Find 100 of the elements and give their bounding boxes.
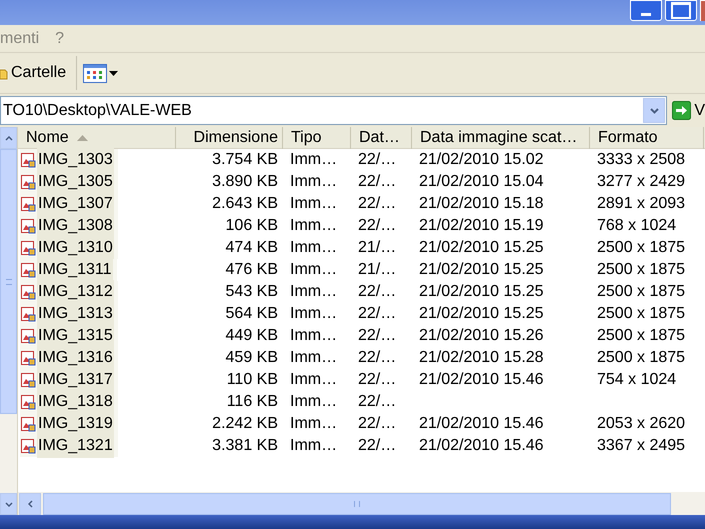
table-cell-text: 21/02/2010 15.25 xyxy=(419,238,544,258)
image-file-icon xyxy=(20,196,36,212)
chevron-down-icon xyxy=(650,108,659,114)
table-cell-text: 22/… xyxy=(358,150,396,170)
image-file-icon xyxy=(20,218,36,234)
table-cell-text: 21/02/2010 15.02 xyxy=(419,150,544,170)
file-item[interactable]: IMG_1308 xyxy=(20,215,118,237)
file-item[interactable]: IMG_1305 xyxy=(20,171,118,193)
file-item[interactable]: IMG_1317 xyxy=(20,369,118,391)
table-cell-text: 21/02/2010 15.25 xyxy=(419,304,544,324)
column-header[interactable]: Data immagine scat… xyxy=(412,127,590,149)
table-cell-text: 3.381 KB xyxy=(212,436,278,456)
file-item[interactable]: IMG_1303 xyxy=(20,149,118,171)
file-item[interactable]: IMG_1316 xyxy=(20,347,118,369)
table-cell-text: Imm… xyxy=(290,370,338,390)
caret-icon xyxy=(109,70,118,76)
table-cell-text: 2053 x 2620 xyxy=(597,414,686,434)
column-header[interactable]: Tipo xyxy=(283,127,351,149)
table-cell-text: 116 KB xyxy=(226,392,278,412)
image-file-icon xyxy=(20,306,36,322)
table-cell-text: 2500 x 1875 xyxy=(597,260,686,280)
column-header[interactable]: Dat… xyxy=(351,127,412,149)
table-cell-text: Imm… xyxy=(290,304,338,324)
folders-button[interactable]: Cartelle xyxy=(0,57,74,89)
image-file-icon xyxy=(20,438,36,454)
chevron-down-icon xyxy=(4,502,12,506)
image-file-icon xyxy=(20,394,36,410)
file-item[interactable]: IMG_1310 xyxy=(20,237,118,259)
table-cell-text: Imm… xyxy=(290,194,338,214)
table-cell-text: 21/02/2010 15.46 xyxy=(419,436,544,456)
table-cell-text: 21/… xyxy=(358,238,396,258)
table-cell-text: 2891 x 2093 xyxy=(597,194,686,214)
minimize-button[interactable] xyxy=(630,0,662,21)
table-cell-text: 2.643 KB xyxy=(212,194,278,214)
close-button[interactable] xyxy=(700,0,705,21)
scroll-down-button[interactable] xyxy=(0,493,17,515)
table-cell-text: Imm… xyxy=(290,238,338,258)
table-cell-text: 22/… xyxy=(358,414,396,434)
file-item[interactable]: IMG_1319 xyxy=(20,413,118,435)
address-text: TO10\Desktop\VALE-WEB xyxy=(2,100,193,120)
address-field[interactable]: TO10\Desktop\VALE-WEB xyxy=(0,96,668,125)
table-cell-text: 2500 x 1875 xyxy=(597,282,686,302)
maximize-button[interactable] xyxy=(665,0,697,21)
table-cell-text: Imm… xyxy=(290,172,338,192)
table-cell-text: 449 KB xyxy=(226,326,278,346)
column-header[interactable]: Dimensione xyxy=(176,127,283,149)
file-item[interactable]: IMG_1318 xyxy=(20,391,118,413)
sort-arrow-icon xyxy=(76,135,88,141)
table-cell-text: 3.754 KB xyxy=(212,150,278,170)
table-cell-text: 768 x 1024 xyxy=(597,216,676,236)
table-cell-text: Imm… xyxy=(290,326,338,346)
table-cell-text: 22/… xyxy=(358,348,396,368)
file-item[interactable]: IMG_1321 xyxy=(20,435,118,457)
table-cell-text: 110 KB xyxy=(226,370,278,390)
table-cell-text: Imm… xyxy=(290,414,338,434)
table-cell-text: 754 x 1024 xyxy=(597,370,676,390)
image-file-icon xyxy=(20,416,36,432)
table-cell-text: 22/… xyxy=(358,304,396,324)
table-cell-text: 21/02/2010 15.04 xyxy=(419,172,544,192)
image-file-icon xyxy=(20,372,36,388)
column-header[interactable]: Formato xyxy=(590,127,704,149)
file-item[interactable]: IMG_1311 xyxy=(20,259,117,281)
table-cell-text: Imm… xyxy=(290,216,338,236)
table-cell-text: 22/… xyxy=(358,370,396,390)
views-icon xyxy=(83,64,108,82)
go-button[interactable]: V xyxy=(672,98,705,122)
table-cell-text: 21/02/2010 15.19 xyxy=(419,216,544,236)
image-file-icon xyxy=(20,152,36,168)
table-cell-text: Imm… xyxy=(290,282,338,302)
image-file-icon xyxy=(20,284,36,300)
table-cell-text: Imm… xyxy=(290,436,338,456)
table-cell-text: 22/… xyxy=(358,436,396,456)
scroll-up-button[interactable] xyxy=(0,127,17,149)
table-cell-text: 3367 x 2495 xyxy=(597,436,686,456)
table-cell-text: 2500 x 1875 xyxy=(597,348,686,368)
vertical-scrollbar[interactable] xyxy=(0,127,18,515)
dropdown-button[interactable] xyxy=(643,98,666,123)
file-item[interactable]: IMG_1313 xyxy=(20,303,118,325)
table-cell-text: 21/02/2010 15.25 xyxy=(419,260,544,280)
table-cell-text: 21/02/2010 15.26 xyxy=(419,326,544,346)
image-file-icon xyxy=(20,350,36,366)
chevron-left-icon xyxy=(28,500,32,508)
scroll-left-button[interactable] xyxy=(19,492,41,514)
table-cell-text: 21/… xyxy=(358,260,396,280)
table-cell-text: 21/02/2010 15.28 xyxy=(419,348,544,368)
table-cell-text: Imm… xyxy=(290,348,338,368)
table-cell-text: 3.890 KB xyxy=(212,172,278,192)
table-cell-text: 543 KB xyxy=(226,282,278,302)
file-item[interactable]: IMG_1312 xyxy=(20,281,118,303)
table-cell-text: Imm… xyxy=(290,260,338,280)
image-file-icon xyxy=(20,262,36,278)
table-cell-text: 2.242 KB xyxy=(212,414,278,434)
table-cell-text: Imm… xyxy=(290,392,338,412)
scroll-thumb[interactable] xyxy=(0,149,17,414)
table-cell-text: 2500 x 1875 xyxy=(597,238,686,258)
file-item[interactable]: IMG_1315 xyxy=(20,325,118,347)
table-cell-text: 22/… xyxy=(358,216,396,236)
file-item[interactable]: IMG_1307 xyxy=(20,193,118,215)
table-cell-text: 459 KB xyxy=(226,348,278,368)
table-cell-text: 22/… xyxy=(358,194,396,214)
